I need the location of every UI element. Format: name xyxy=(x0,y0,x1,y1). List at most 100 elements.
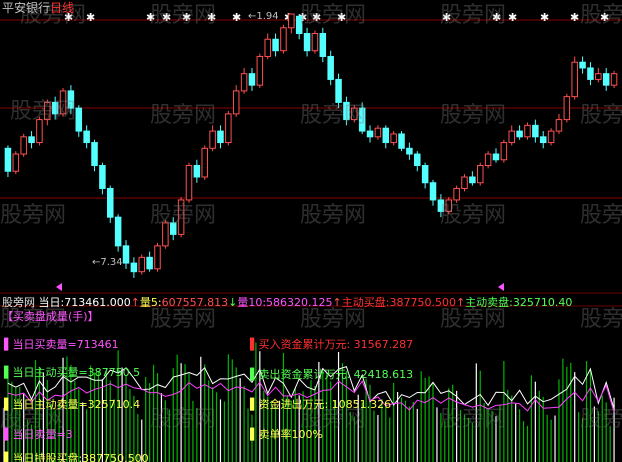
subchart-left-text-value: 当日主动买量=387750.5 xyxy=(12,366,141,379)
watermark: 股旁网 xyxy=(440,307,507,332)
event-marker-icon: ✱ xyxy=(508,11,517,24)
candle-body xyxy=(28,136,35,144)
subchart-right-text: ▌买入资金累计万元: 31567.287 xyxy=(250,338,414,351)
indicator-bar: 股旁网 当日:713461.000↑量5:607557.813↓量10:5863… xyxy=(2,296,572,309)
event-marker-icon: ✱ xyxy=(570,11,579,24)
candle-body xyxy=(193,165,201,178)
watermark: 股旁网 xyxy=(580,203,622,228)
candle-body xyxy=(130,262,138,273)
candle-body xyxy=(461,176,468,189)
candle-body xyxy=(429,182,437,201)
vol10-label: 量10: xyxy=(237,296,267,309)
candle-body xyxy=(240,73,248,92)
event-marker-icon: ✱ xyxy=(232,11,241,24)
down-arrow-icon: ↓ xyxy=(228,296,238,309)
subchart-left-text: ▌当日卖量=3 xyxy=(4,428,73,441)
candle-body xyxy=(256,55,264,86)
candle-body xyxy=(248,73,256,86)
watermark: 股旁网 xyxy=(300,203,367,228)
candle-body xyxy=(508,130,515,144)
candle-body xyxy=(107,187,114,218)
vol5-value: 607557.813 xyxy=(161,296,229,309)
subchart-right-text: ▌卖单率100% xyxy=(250,428,323,441)
subchart-left-text: ▌当日主动买量=387750.5 xyxy=(4,366,141,379)
candle-body xyxy=(91,142,98,167)
triangle-marker-icon xyxy=(56,283,62,291)
watermark: 股旁网 xyxy=(300,3,367,28)
up-arrow-icon: ↑ xyxy=(332,296,342,309)
triangle-marker-icon xyxy=(498,283,504,291)
candle-body xyxy=(539,136,547,144)
watermark: 股旁网 xyxy=(150,307,217,332)
subchart-left-text-value: 当日买卖量=713461 xyxy=(12,338,119,351)
active-sell-label: 主动卖盘: xyxy=(465,296,513,309)
candle-body xyxy=(366,130,374,138)
active-buy-label: 主动买盘: xyxy=(341,296,390,309)
candle-body xyxy=(264,38,271,57)
watermark: 股旁网 xyxy=(580,407,622,432)
candle-body xyxy=(555,119,563,132)
candle-body xyxy=(563,96,571,121)
watermark: 股旁网 xyxy=(580,3,622,28)
candle-body xyxy=(421,165,429,184)
today-value: 713461.000 xyxy=(64,296,131,309)
candle-body xyxy=(303,33,311,52)
subchart-bottom-text: ▌当日持股买盘:387750.500 xyxy=(4,452,149,462)
candle-body xyxy=(492,153,500,161)
subchart-title: 【买卖盘成量(手)】 xyxy=(2,310,99,323)
candle-body xyxy=(414,153,421,167)
subchart-left-text: ▌当日买卖量=713461 xyxy=(4,338,119,351)
candle-body xyxy=(122,245,130,264)
subchart-left-text: ▌当日主动卖量=325710.4 xyxy=(4,398,141,411)
period-label: 日线 xyxy=(50,1,75,15)
candle-body xyxy=(12,153,20,172)
vol5-label: 量5: xyxy=(139,296,162,309)
candle-body xyxy=(225,113,232,144)
watermark: 股旁网 xyxy=(440,203,507,228)
candle-body xyxy=(524,124,531,138)
candle-body xyxy=(138,256,146,273)
watermark: 股旁网 xyxy=(10,99,77,124)
candle-body xyxy=(280,27,287,52)
low-price-annotation: ←7.34 xyxy=(92,257,123,268)
watermark: 股旁网 xyxy=(150,3,217,28)
chart-header: 平安银行日线 xyxy=(2,1,74,15)
candle-body xyxy=(610,73,618,86)
subchart-left-text-value: 当日主动卖量=325710.4 xyxy=(12,398,141,411)
candle-body xyxy=(571,61,578,98)
indicator-name: 股旁网 xyxy=(2,296,35,309)
watermark: 股旁网 xyxy=(300,307,367,332)
up-arrow-icon: ↑ xyxy=(455,296,466,309)
candle-body xyxy=(398,133,405,149)
subchart-right-text-value: 卖单率100% xyxy=(258,428,323,441)
high-price-annotation: ←1.94 xyxy=(248,11,279,22)
candle-body xyxy=(4,147,12,172)
subchart-right-text-value: 卖出资金累计万元: 42418.613 xyxy=(258,368,414,381)
candle-body xyxy=(217,130,224,144)
subchart-right-text-value: 买入资金累计万元: 31567.287 xyxy=(258,338,414,351)
candle-body xyxy=(114,216,122,247)
candle-body xyxy=(327,55,334,80)
candle-body xyxy=(595,73,602,80)
watermark: 股旁网 xyxy=(580,103,622,128)
subchart-left-text-value: 当日卖量=3 xyxy=(12,428,73,441)
subchart-right-text: ▌卖出资金累计万元: 42418.613 xyxy=(250,368,414,381)
candle-body xyxy=(146,256,153,270)
up-arrow-icon: ↑ xyxy=(130,296,140,309)
candle-body xyxy=(374,127,382,138)
candle-body xyxy=(382,127,390,144)
watermark: 股旁网 xyxy=(440,103,507,128)
chart-stage: ✱✱✱✱✱✱✱✱✱✱✱✱✱✱✱✱✱ 股旁网 股旁网 股旁网 股旁网 股旁网 股旁… xyxy=(0,0,622,462)
candle-body xyxy=(75,107,83,132)
active-buy-value: 387750.500 xyxy=(389,296,456,309)
subchart-title-text: 买卖盘成量(手) xyxy=(13,310,88,323)
watermark: 股旁网 xyxy=(300,103,367,128)
watermark: 股旁网 xyxy=(440,3,507,28)
candle-body xyxy=(484,153,492,167)
candle-body xyxy=(547,130,555,144)
candle-body xyxy=(311,33,319,52)
low-price-value: 7.34 xyxy=(100,257,123,268)
candle-body xyxy=(579,61,586,69)
candle-body xyxy=(99,165,106,189)
chart-canvas: ✱✱✱✱✱✱✱✱✱✱✱✱✱✱✱✱✱ xyxy=(0,11,622,462)
